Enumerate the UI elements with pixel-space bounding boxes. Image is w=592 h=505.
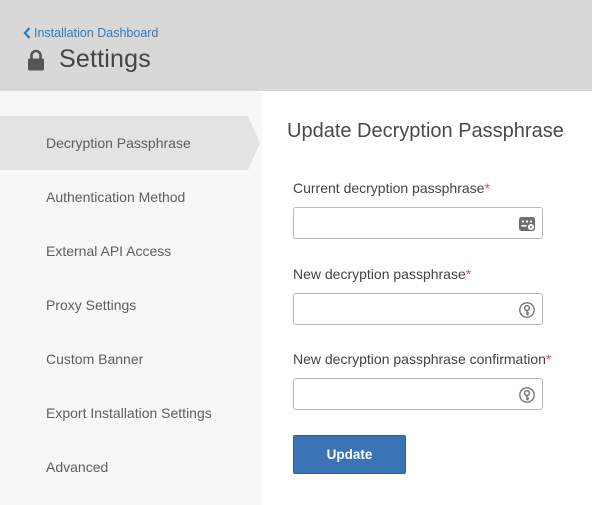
confirm-passphrase-input[interactable]: [294, 379, 514, 409]
back-to-dashboard-link[interactable]: Installation Dashboard: [23, 26, 158, 40]
sidebar-item-proxy-settings[interactable]: Proxy Settings: [0, 278, 248, 332]
section-title: Update Decryption Passphrase: [287, 120, 564, 142]
new-passphrase-label: New decryption passphrase*: [293, 266, 472, 282]
sidebar-item-advanced[interactable]: Advanced: [0, 440, 248, 494]
sidebar-item-label: Custom Banner: [46, 351, 144, 367]
key-icon[interactable]: [518, 386, 536, 404]
current-passphrase-input[interactable]: [294, 208, 514, 238]
password-manager-icon[interactable]: [518, 215, 536, 233]
sidebar-item-export-installation-settings[interactable]: Export Installation Settings: [0, 386, 248, 440]
page-title: Settings: [59, 45, 151, 73]
required-marker: *: [465, 266, 472, 282]
sidebar-item-decryption-passphrase[interactable]: Decryption Passphrase: [0, 116, 248, 170]
current-passphrase-label: Current decryption passphrase*: [293, 180, 490, 196]
lock-icon: [28, 49, 44, 70]
new-passphrase-input[interactable]: [294, 294, 514, 324]
page-title-row: Settings: [27, 45, 151, 74]
sidebar-item-custom-banner[interactable]: Custom Banner: [0, 332, 248, 386]
settings-content: Update Decryption Passphrase Current dec…: [262, 91, 592, 505]
update-button[interactable]: Update: [293, 435, 406, 474]
confirm-passphrase-label: New decryption passphrase confirmation*: [293, 351, 552, 367]
sidebar-item-label: Proxy Settings: [46, 297, 137, 313]
sidebar-item-label: Advanced: [46, 459, 109, 475]
new-passphrase-field[interactable]: [293, 293, 543, 325]
sidebar-item-label: Export Installation Settings: [46, 405, 212, 421]
sidebar-item-label: External API Access: [46, 243, 172, 259]
current-passphrase-field[interactable]: [293, 207, 543, 239]
chevron-left-icon: [23, 27, 31, 39]
required-marker: *: [484, 180, 490, 196]
settings-sidebar: Decryption Passphrase Authentication Met…: [0, 91, 262, 505]
required-marker: *: [545, 351, 552, 367]
active-item-pointer: [248, 116, 260, 170]
sidebar-item-external-api-access[interactable]: External API Access: [0, 224, 248, 278]
key-icon[interactable]: [518, 301, 536, 319]
page-header: Installation Dashboard Settings: [0, 0, 592, 91]
confirm-passphrase-field[interactable]: [293, 378, 543, 410]
sidebar-item-authentication-method[interactable]: Authentication Method: [0, 170, 248, 224]
sidebar-item-label: Decryption Passphrase: [46, 135, 191, 151]
sidebar-item-label: Authentication Method: [46, 189, 186, 205]
back-link-label: Installation Dashboard: [34, 26, 159, 40]
